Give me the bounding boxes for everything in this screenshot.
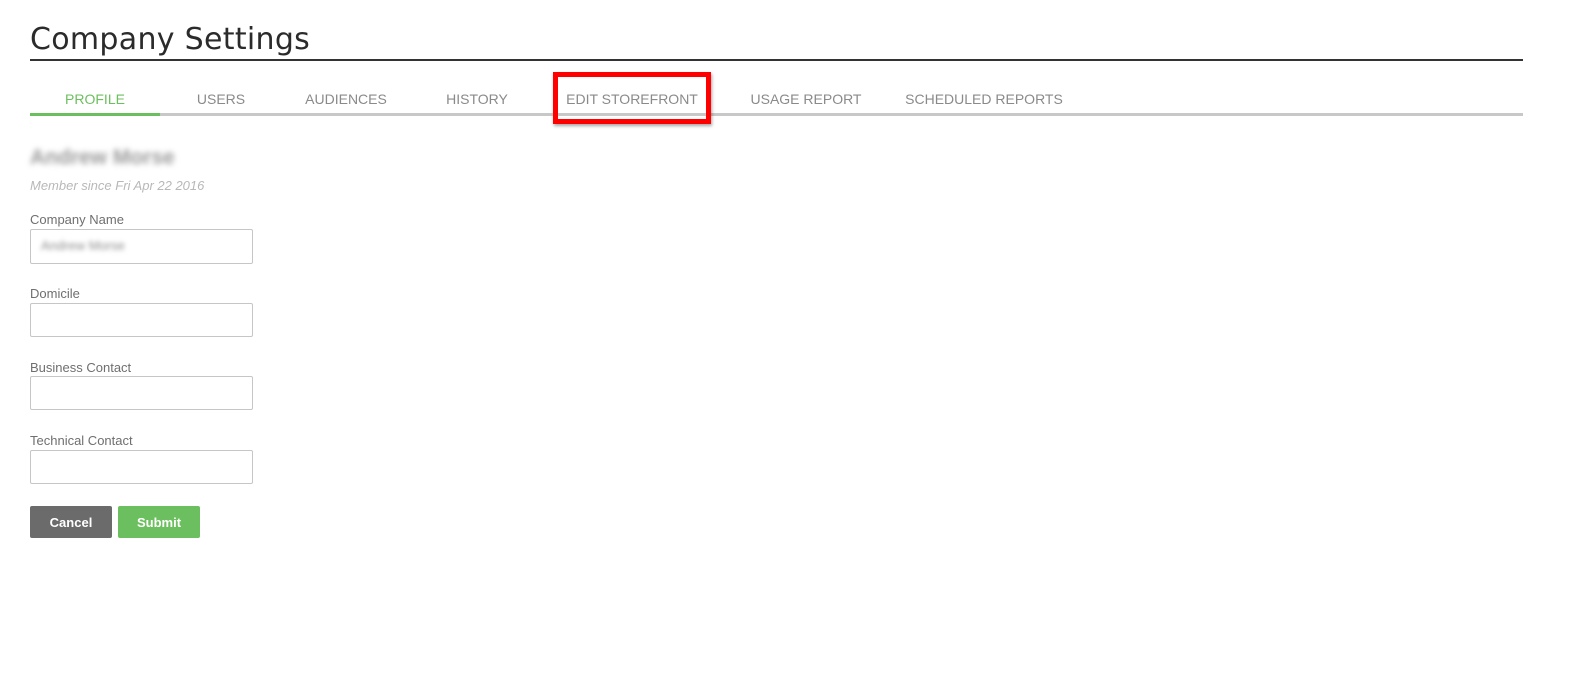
domicile-input[interactable] (30, 303, 253, 337)
company-name-input[interactable] (30, 229, 253, 264)
domicile-label: Domicile (30, 286, 80, 301)
tab-history[interactable]: HISTORY (430, 82, 524, 116)
business-contact-input[interactable] (30, 376, 253, 410)
technical-contact-label: Technical Contact (30, 433, 133, 448)
settings-tabs: PROFILE USERS AUDIENCES HISTORY EDIT STO… (30, 72, 1523, 124)
tab-audiences[interactable]: AUDIENCES (288, 82, 404, 116)
tab-users[interactable]: USERS (160, 82, 282, 116)
member-since: Member since Fri Apr 22 2016 (30, 178, 205, 193)
tab-profile[interactable]: PROFILE (30, 82, 160, 116)
technical-contact-input[interactable] (30, 450, 253, 484)
tab-edit-storefront[interactable]: EDIT STOREFRONT (553, 72, 711, 124)
business-contact-label: Business Contact (30, 360, 132, 375)
company-name-label: Company Name (30, 212, 124, 227)
tab-usage-report[interactable]: USAGE REPORT (742, 82, 870, 116)
cancel-button[interactable]: Cancel (30, 506, 112, 538)
submit-button[interactable]: Submit (118, 506, 200, 538)
page-title: Company Settings (30, 22, 311, 57)
company-settings-page: Company Settings PROFILE USERS AUDIENCES… (0, 0, 1582, 674)
profile-name: Andrew Morse (30, 146, 175, 169)
tab-scheduled-reports[interactable]: SCHEDULED REPORTS (900, 82, 1068, 116)
title-divider (30, 59, 1523, 61)
